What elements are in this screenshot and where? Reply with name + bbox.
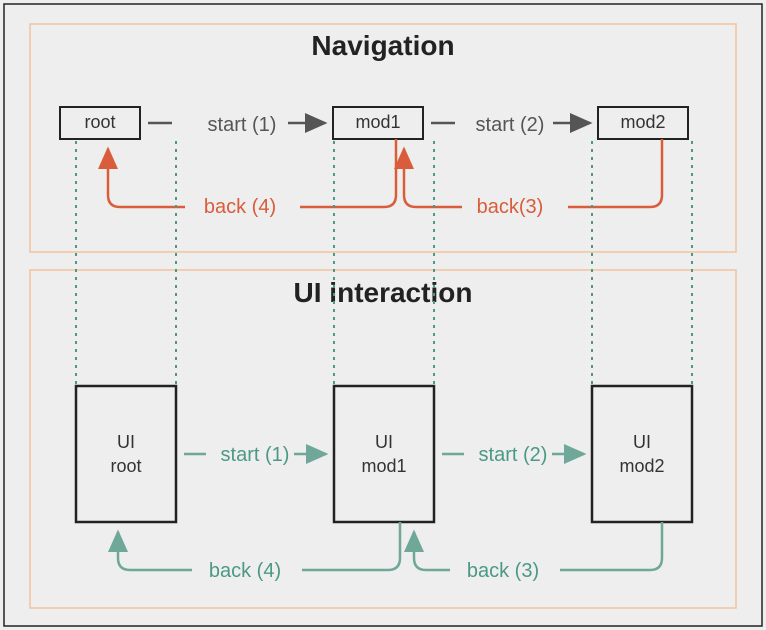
nav-arrow-back4-seg1 <box>300 139 396 207</box>
ui-arrow-back3-seg2 <box>414 532 450 570</box>
nav-node-root-label: root <box>84 112 115 132</box>
ui-arrow-back3-seg1 <box>560 522 662 570</box>
nav-start2-label: start (2) <box>476 114 545 136</box>
ui-back4-label: back (4) <box>209 560 281 582</box>
ui-start2-label: start (2) <box>479 444 548 466</box>
nav-back3-label: back(3) <box>477 196 544 218</box>
ui-mod2-l1: UI <box>633 432 651 452</box>
ui-start1-label: start (1) <box>221 444 290 466</box>
nav-node-mod1-label: mod1 <box>355 112 400 132</box>
nav-arrow-back3-seg1 <box>568 139 662 207</box>
ui-arrow-back4-seg2 <box>118 532 192 570</box>
nav-start1-label: start (1) <box>208 114 277 136</box>
ui-back3-label: back (3) <box>467 560 539 582</box>
ui-node-mod1 <box>334 386 434 522</box>
ui-mod1-l2: mod1 <box>361 456 406 476</box>
nav-title: Navigation <box>311 30 454 61</box>
nav-node-mod2-label: mod2 <box>620 112 665 132</box>
nav-back4-label: back (4) <box>204 196 276 218</box>
ui-node-root <box>76 386 176 522</box>
ui-node-mod2 <box>592 386 692 522</box>
ui-title: UI interaction <box>294 277 473 308</box>
ui-mod1-l1: UI <box>375 432 393 452</box>
ui-root-l2: root <box>110 456 141 476</box>
ui-root-l1: UI <box>117 432 135 452</box>
ui-arrow-back4-seg1 <box>302 522 400 570</box>
ui-mod2-l2: mod2 <box>619 456 664 476</box>
diagram: Navigation root mod1 mod2 start (1) star… <box>0 0 766 630</box>
nav-arrow-back4-seg2 <box>108 149 185 207</box>
